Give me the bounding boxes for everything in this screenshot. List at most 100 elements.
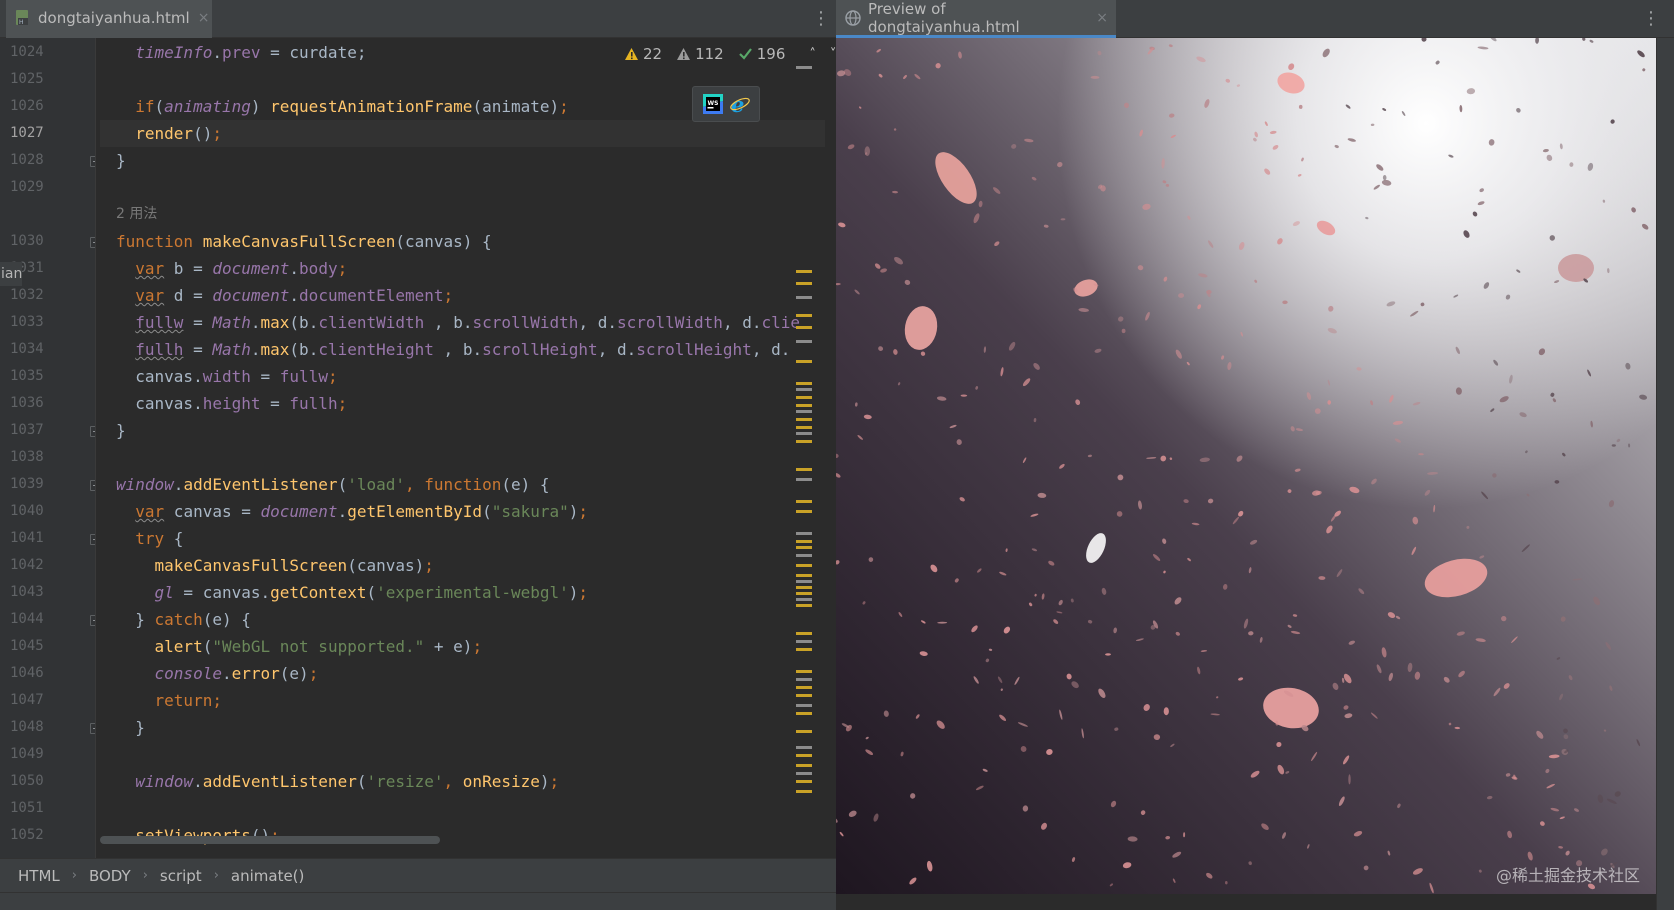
code-token: d = xyxy=(164,286,213,305)
stripe-mark[interactable] xyxy=(796,326,812,329)
stripe-mark[interactable] xyxy=(796,388,812,391)
fold-marker-icon[interactable] xyxy=(90,237,95,248)
stripe-mark[interactable] xyxy=(796,592,812,595)
stripe-mark[interactable] xyxy=(796,648,812,651)
code-token: . xyxy=(193,772,203,791)
fold-marker-icon[interactable] xyxy=(90,156,95,167)
code-token: = xyxy=(250,367,280,386)
stripe-mark[interactable] xyxy=(796,532,812,535)
stripe-mark[interactable] xyxy=(796,426,812,429)
code-token: clientHeight xyxy=(318,340,434,359)
stripe-mark[interactable] xyxy=(796,686,812,689)
webstorm-browser-icon[interactable]: WS xyxy=(702,93,724,115)
stripe-mark[interactable] xyxy=(796,270,812,273)
code-token: documentElement xyxy=(299,286,444,305)
stripe-mark[interactable] xyxy=(796,712,812,715)
fold-marker-icon[interactable] xyxy=(90,615,95,626)
editor-tab[interactable]: H dongtaiyanhua.html × xyxy=(6,0,212,38)
line-number: 1048 xyxy=(10,719,44,735)
fold-marker-icon[interactable] xyxy=(90,723,95,734)
more-icon[interactable]: ⋮ xyxy=(812,9,830,29)
preview-tab[interactable]: Preview of dongtaiyanhua.html × xyxy=(836,0,1116,38)
stripe-mark[interactable] xyxy=(796,540,812,543)
stripe-mark[interactable] xyxy=(796,404,812,407)
stripe-mark[interactable] xyxy=(796,790,812,793)
stripe-mark[interactable] xyxy=(796,764,812,767)
stripe-mark[interactable] xyxy=(796,510,812,513)
usage-hint: 2 用法 xyxy=(116,206,158,222)
code-token: gl xyxy=(154,583,174,602)
code-token: ; xyxy=(578,583,589,602)
stripe-mark[interactable] xyxy=(796,432,812,435)
stripe-mark[interactable] xyxy=(796,282,812,285)
close-icon[interactable]: × xyxy=(1096,10,1108,26)
breadcrumb-item[interactable]: animate() xyxy=(231,867,304,885)
fold-marker-icon[interactable] xyxy=(90,534,95,545)
code-token: = xyxy=(183,340,213,359)
stripe-mark[interactable] xyxy=(796,632,812,635)
stripe-mark[interactable] xyxy=(796,418,812,421)
code-token: (e) { xyxy=(501,475,550,494)
stripe-mark[interactable] xyxy=(796,66,812,69)
breadcrumb-item[interactable]: HTML xyxy=(18,867,60,885)
stripe-mark[interactable] xyxy=(796,598,812,601)
breadcrumb-separator: › xyxy=(213,868,219,883)
stripe-mark[interactable] xyxy=(796,694,812,697)
stripe-mark[interactable] xyxy=(796,772,812,775)
close-icon[interactable]: × xyxy=(198,10,210,26)
stripe-mark[interactable] xyxy=(796,678,812,681)
stripe-mark[interactable] xyxy=(796,670,812,673)
stripe-mark[interactable] xyxy=(796,382,812,385)
code-token: , d. xyxy=(751,340,791,359)
stripe-mark[interactable] xyxy=(796,640,812,643)
stripe-mark[interactable] xyxy=(796,396,812,399)
inspection-widget[interactable]: 22 112 196 ˄ ˅ xyxy=(624,44,836,64)
stripe-mark[interactable] xyxy=(796,478,812,481)
stripe-mark[interactable] xyxy=(796,410,812,413)
code-token: b = xyxy=(164,259,213,278)
stripe-mark[interactable] xyxy=(796,564,812,567)
editor-tab-bar: H dongtaiyanhua.html × ⋮ xyxy=(0,0,836,38)
code-editor[interactable]: timeInfo.prev = curdate; if(animating) r… xyxy=(100,38,825,858)
fold-marker-icon[interactable] xyxy=(90,480,95,491)
stripe-mark[interactable] xyxy=(796,546,812,549)
chevron-down-icon[interactable]: ˅ xyxy=(830,47,837,62)
breadcrumb-separator: › xyxy=(142,868,148,883)
line-number: 1024 xyxy=(10,44,44,60)
stripe-mark[interactable] xyxy=(796,586,812,589)
line-number: 1051 xyxy=(10,800,44,816)
stripe-mark[interactable] xyxy=(796,360,812,363)
stripe-mark[interactable] xyxy=(796,580,812,583)
error-stripe[interactable] xyxy=(796,64,816,844)
breadcrumb-item[interactable]: script xyxy=(160,867,202,885)
stripe-mark[interactable] xyxy=(796,500,812,503)
line-number-gutter[interactable]: 1024 1025 1026 1027 1028 1029 1030 1031 1032 1033… xyxy=(0,38,96,866)
chevron-up-icon[interactable]: ˄ xyxy=(809,47,816,62)
fold-marker-icon[interactable] xyxy=(90,426,95,437)
right-tool-strip[interactable] xyxy=(1656,38,1674,910)
stripe-mark[interactable] xyxy=(796,314,812,317)
stripe-mark[interactable] xyxy=(796,730,812,733)
stripe-mark[interactable] xyxy=(796,754,812,757)
more-icon[interactable]: ⋮ xyxy=(1642,9,1660,29)
stripe-mark[interactable] xyxy=(796,554,812,557)
stripe-mark[interactable] xyxy=(796,746,812,749)
code-token: "WebGL not supported." xyxy=(212,637,425,656)
breadcrumb-item[interactable]: BODY xyxy=(89,867,131,885)
stripe-mark[interactable] xyxy=(796,780,812,783)
code-token: , xyxy=(443,772,463,791)
stripe-mark[interactable] xyxy=(796,340,812,343)
code-token: ) xyxy=(568,502,579,521)
horizontal-scrollbar[interactable] xyxy=(100,836,440,844)
stripe-mark[interactable] xyxy=(796,468,812,471)
side-panel-fragment[interactable]: ian xyxy=(0,262,22,286)
stripe-mark[interactable] xyxy=(796,704,812,707)
stripe-mark[interactable] xyxy=(796,604,812,607)
stripe-mark[interactable] xyxy=(796,440,812,443)
stripe-mark[interactable] xyxy=(796,574,812,577)
ie-browser-icon[interactable]: e xyxy=(729,93,751,115)
stripe-mark[interactable] xyxy=(796,296,812,299)
